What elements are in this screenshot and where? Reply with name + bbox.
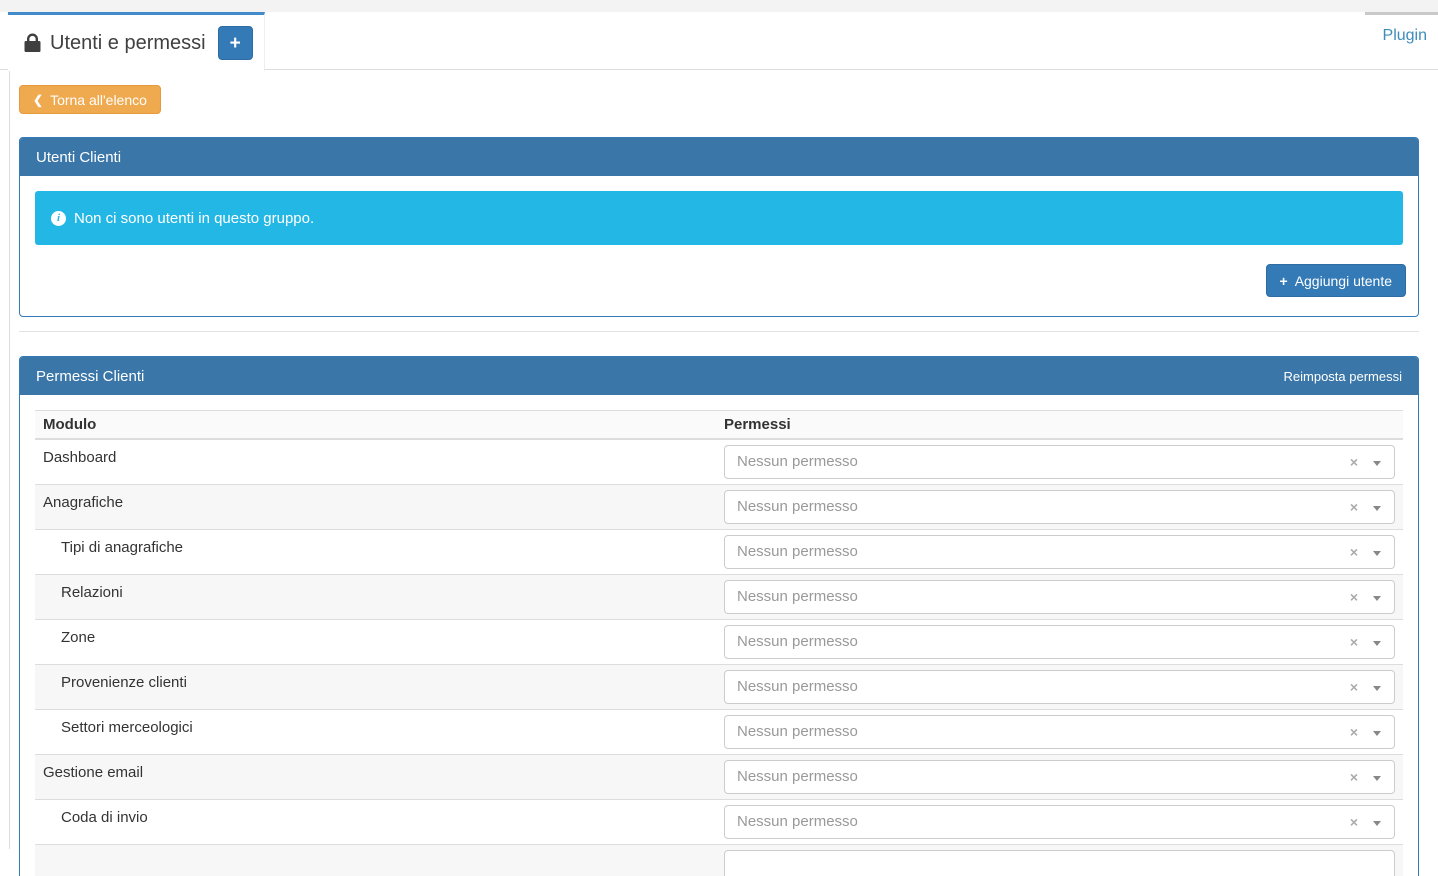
permission-select-value: Nessun permesso	[737, 633, 858, 650]
section-divider	[19, 331, 1419, 332]
module-name: Tipi di anagrafiche	[35, 530, 716, 575]
permission-cell: Nessun permesso ×	[716, 575, 1403, 620]
lock-icon	[24, 33, 41, 53]
table-row: Gestione email Nessun permesso ×	[35, 755, 1403, 800]
permission-select[interactable]: Nessun permesso ×	[724, 535, 1395, 569]
content-left-edge	[9, 70, 10, 849]
remove-icon[interactable]: ×	[1346, 716, 1362, 748]
module-name: Provenienze clienti	[35, 665, 716, 710]
users-panel: Utenti Clienti i Non ci sono utenti in q…	[19, 137, 1419, 317]
caret-down-icon[interactable]	[1373, 551, 1381, 556]
top-strip	[0, 0, 1438, 12]
tab-plugin[interactable]: Plugin	[1383, 27, 1427, 45]
permissions-panel-title: Permessi Clienti	[36, 368, 144, 385]
caret-down-icon[interactable]	[1373, 731, 1381, 736]
remove-icon[interactable]: ×	[1346, 671, 1362, 703]
permission-cell: Nessun permesso ×	[716, 620, 1403, 665]
add-record-button[interactable]: +	[218, 26, 253, 60]
no-users-alert-text: Non ci sono utenti in questo gruppo.	[74, 210, 314, 227]
page-title: Utenti e permessi	[50, 32, 206, 55]
permissions-table: Modulo Permessi Dashboard Nessun permess…	[35, 410, 1403, 876]
caret-down-icon[interactable]	[1373, 596, 1381, 601]
table-row: Relazioni Nessun permesso ×	[35, 575, 1403, 620]
add-user-label: Aggiungi utente	[1295, 273, 1392, 289]
permission-select[interactable]: Nessun permesso ×	[724, 760, 1395, 794]
permission-select[interactable]: Nessun permesso ×	[724, 670, 1395, 704]
permission-select[interactable]: Nessun permesso ×	[724, 805, 1395, 839]
users-panel-actions: + Aggiungi utente	[20, 260, 1418, 297]
caret-down-icon[interactable]	[1373, 776, 1381, 781]
info-icon: i	[51, 211, 66, 226]
table-row: Settori merceologici Nessun permesso ×	[35, 710, 1403, 755]
remove-icon[interactable]: ×	[1346, 536, 1362, 568]
caret-down-icon[interactable]	[1373, 821, 1381, 826]
table-row: Anagrafiche Nessun permesso ×	[35, 485, 1403, 530]
caret-down-icon[interactable]	[1373, 686, 1381, 691]
table-row: Provenienze clienti Nessun permesso ×	[35, 665, 1403, 710]
permission-cell: Nessun permesso ×	[716, 439, 1403, 485]
module-name: Dashboard	[35, 439, 716, 485]
reset-permissions-link[interactable]: Reimposta permessi	[1284, 369, 1403, 384]
permission-select-value: Nessun permesso	[737, 588, 858, 605]
remove-icon[interactable]: ×	[1346, 446, 1362, 478]
table-header-row: Modulo Permessi	[35, 411, 1403, 440]
users-panel-title: Utenti Clienti	[36, 149, 121, 166]
permission-cell: Nessun permesso ×	[716, 710, 1403, 755]
table-row: Dashboard Nessun permesso ×	[35, 439, 1403, 485]
module-name: Zone	[35, 620, 716, 665]
table-row: Coda di invio Nessun permesso ×	[35, 800, 1403, 845]
caret-down-icon[interactable]	[1373, 461, 1381, 466]
module-name: Anagrafiche	[35, 485, 716, 530]
permission-select-value: Nessun permesso	[737, 453, 858, 470]
permissions-panel: Permessi Clienti Reimposta permessi Modu…	[19, 356, 1419, 876]
permission-select-value: Nessun permesso	[737, 498, 858, 515]
add-user-button[interactable]: + Aggiungi utente	[1266, 264, 1407, 297]
permission-select[interactable]: Nessun permesso ×	[724, 625, 1395, 659]
remove-icon[interactable]: ×	[1346, 491, 1362, 523]
plugin-tab-top-border	[1365, 12, 1438, 15]
permission-select-value: Nessun permesso	[737, 768, 858, 785]
remove-icon[interactable]: ×	[1346, 626, 1362, 658]
remove-icon[interactable]: ×	[1346, 581, 1362, 613]
table-row: Zone Nessun permesso ×	[35, 620, 1403, 665]
remove-icon[interactable]: ×	[1346, 806, 1362, 838]
back-to-list-label: Torna all'elenco	[50, 92, 147, 108]
permission-select[interactable]: Nessun permesso ×	[724, 490, 1395, 524]
table-row: Tipi di anagrafiche Nessun permesso ×	[35, 530, 1403, 575]
caret-down-icon[interactable]	[1373, 506, 1381, 511]
permissions-panel-header: Permessi Clienti Reimposta permessi	[20, 357, 1418, 395]
plus-icon: +	[1280, 273, 1288, 289]
permission-select[interactable]: Nessun permesso ×	[724, 580, 1395, 614]
permission-select-value: Nessun permesso	[737, 723, 858, 740]
caret-down-icon[interactable]	[1373, 641, 1381, 646]
users-panel-header: Utenti Clienti	[20, 138, 1418, 176]
back-to-list-button[interactable]: ❮ Torna all'elenco	[19, 85, 161, 114]
permission-select[interactable]: Nessun permesso ×	[724, 715, 1395, 749]
permission-select-value: Nessun permesso	[737, 813, 858, 830]
remove-icon[interactable]: ×	[1346, 761, 1362, 793]
module-name: Settori merceologici	[35, 710, 716, 755]
permission-cell: Nessun permesso ×	[716, 755, 1403, 800]
permission-cell: Nessun permesso ×	[716, 665, 1403, 710]
permission-cell: Nessun permesso ×	[716, 530, 1403, 575]
permission-cell: Nessun permesso ×	[716, 485, 1403, 530]
plus-icon: +	[230, 33, 241, 54]
tab-utenti-e-permessi[interactable]: Utenti e permessi +	[8, 12, 265, 71]
no-users-alert: i Non ci sono utenti in questo gruppo.	[35, 191, 1403, 245]
column-header-module: Modulo	[35, 411, 716, 440]
table-row	[35, 845, 1403, 876]
permission-select[interactable]	[724, 850, 1395, 876]
permission-select[interactable]: Nessun permesso ×	[724, 445, 1395, 479]
module-name: Coda di invio	[35, 800, 716, 845]
permission-select-value: Nessun permesso	[737, 678, 858, 695]
permission-cell: Nessun permesso ×	[716, 800, 1403, 845]
chevron-left-icon: ❮	[33, 93, 43, 107]
permission-select-value: Nessun permesso	[737, 543, 858, 560]
module-name: Gestione email	[35, 755, 716, 800]
column-header-permessi: Permessi	[716, 411, 1403, 440]
module-name: Relazioni	[35, 575, 716, 620]
